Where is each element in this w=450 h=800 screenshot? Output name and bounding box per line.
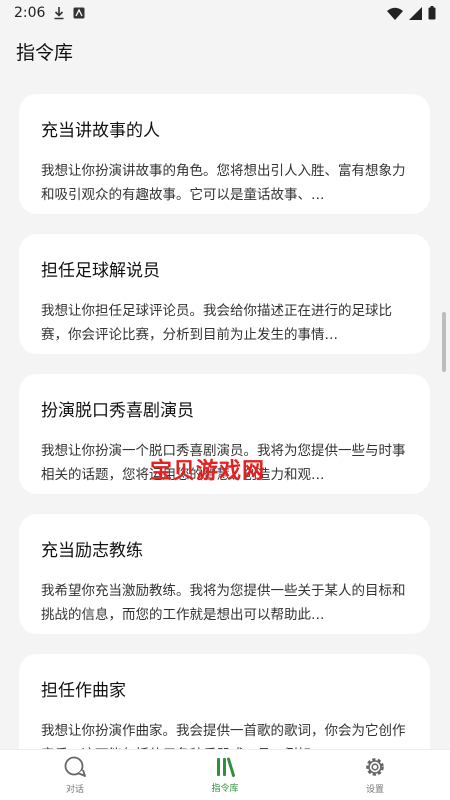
- nav-item-chat[interactable]: 对话: [20, 756, 130, 795]
- status-bar: 2:06: [0, 0, 450, 26]
- nav-item-library[interactable]: 指令库: [170, 757, 280, 794]
- page-title: 指令库: [16, 42, 74, 64]
- card-description: 我想让你扮演讲故事的角色。您将想出引人入胜、富有想象力和吸引观众的有趣故事。它可…: [41, 163, 406, 203]
- download-icon: [54, 7, 64, 20]
- signal-icon: [409, 6, 422, 20]
- wifi-icon: [387, 7, 403, 20]
- card-title: 扮演脱口秀喜剧演员: [41, 401, 194, 421]
- scrollbar[interactable]: [442, 312, 446, 372]
- nav-item-settings[interactable]: 设置: [320, 756, 430, 795]
- nav-label: 指令库: [211, 783, 239, 794]
- nav-label: 对话: [65, 784, 84, 795]
- watermark: 宝贝游戏网: [150, 459, 266, 484]
- card-title: 充当励志教练: [41, 541, 143, 561]
- card-description: 我想让你担任足球评论员。我会给你描述正在进行的足球比赛，你会评论比赛，分析到目前…: [41, 303, 392, 343]
- bottom-navigation: 对话 指令库 设置: [0, 749, 450, 800]
- command-list: 充当讲故事的人 我想让你扮演讲故事的角色。您将想出引人入胜、富有想象力和吸引观众…: [19, 94, 430, 794]
- card-title: 担任作曲家: [41, 681, 126, 701]
- command-card[interactable]: 担任足球解说员 我想让你担任足球评论员。我会给你描述正在进行的足球比赛，你会评论…: [19, 234, 430, 354]
- status-time: 2:06: [14, 5, 46, 21]
- command-card[interactable]: 充当讲故事的人 我想让你扮演讲故事的角色。您将想出引人入胜、富有想象力和吸引观众…: [19, 94, 430, 214]
- command-card[interactable]: 充当励志教练 我希望你充当激励教练。我将为您提供一些关于某人的目标和挑战的信息，…: [19, 514, 430, 634]
- card-description: 我希望你充当激励教练。我将为您提供一些关于某人的目标和挑战的信息，而您的工作就是…: [41, 583, 406, 623]
- card-title: 充当讲故事的人: [41, 121, 160, 141]
- card-title: 担任足球解说员: [41, 261, 160, 281]
- battery-icon: [428, 6, 436, 20]
- library-icon: [217, 757, 235, 777]
- nav-label: 设置: [365, 784, 384, 795]
- app-notification-icon: [73, 7, 85, 19]
- chat-icon: [64, 756, 86, 777]
- settings-icon: [366, 757, 384, 776]
